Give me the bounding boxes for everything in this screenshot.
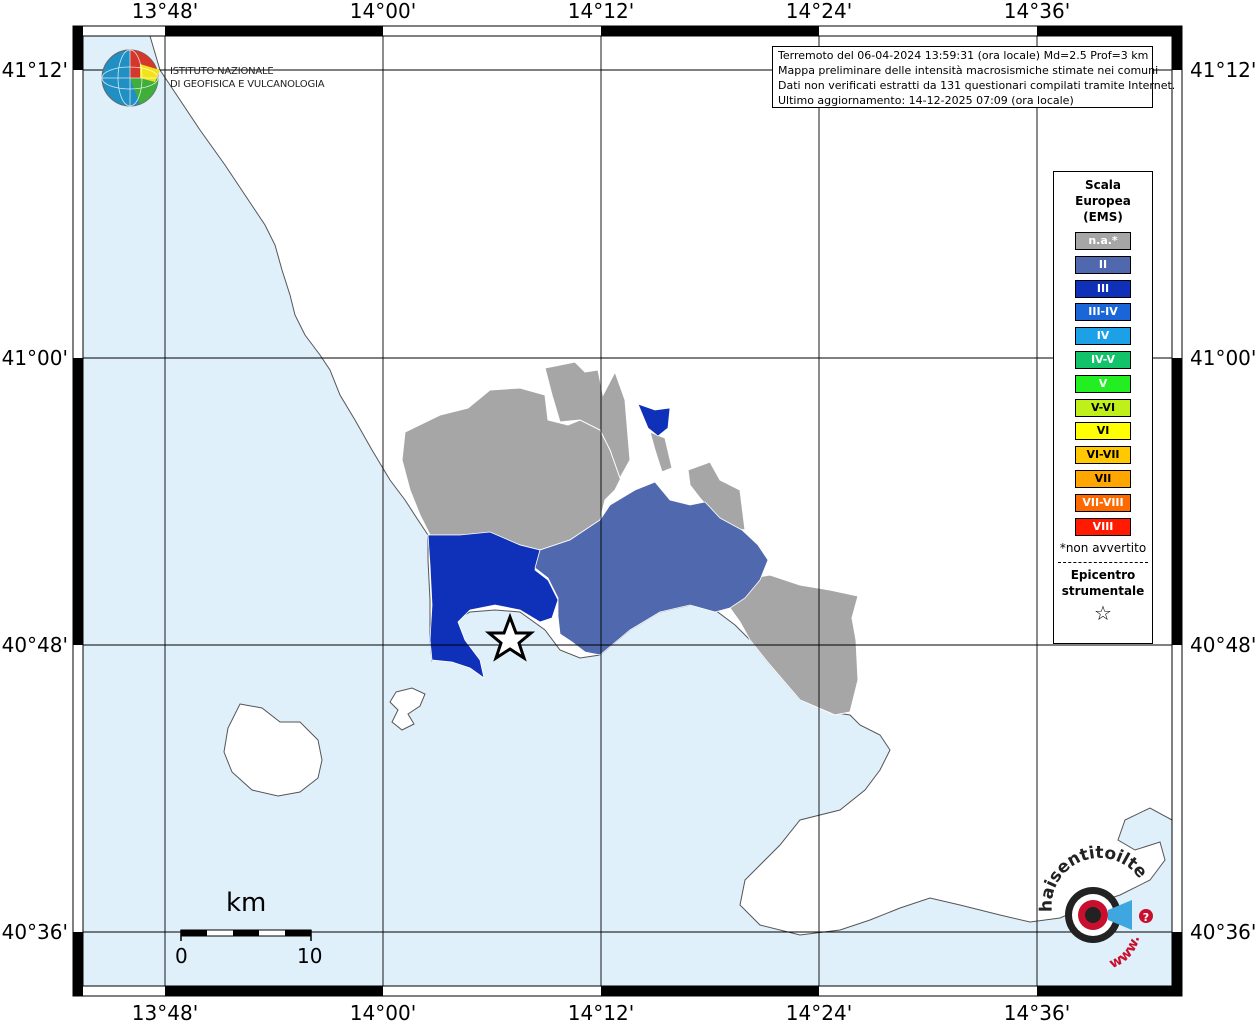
lat-label: 41°00' — [1190, 346, 1255, 370]
lon-label: 14°36' — [1004, 1001, 1070, 1024]
lon-label: 13°48' — [132, 0, 198, 23]
legend-swatch: VI — [1075, 422, 1131, 441]
legend-title-line: Europea — [1075, 194, 1131, 208]
logo-line-2: DI GEOFISICA E VULCANOLOGIA — [170, 79, 325, 90]
lat-label: 41°12' — [2, 58, 68, 82]
longitude-labels-top: 13°48' 14°00' 14°12' 14°24' 14°36' — [132, 0, 1070, 23]
lat-label: 40°36' — [2, 920, 68, 944]
lon-label: 14°24' — [786, 0, 852, 23]
lon-label: 14°00' — [350, 1001, 416, 1024]
legend-swatch: n.a.* — [1075, 232, 1131, 250]
latitude-labels-left: 41°12' 41°00' 40°48' 40°36' — [2, 58, 68, 944]
legend-epicentre-label: Epicentro strumentale — [1054, 567, 1152, 599]
legend-star-icon: ☆ — [1094, 601, 1112, 626]
legend-swatches: n.a.* II III III-IV IV IV-V V V-VI VI VI-VII VII VI… — [1054, 232, 1152, 536]
legend-swatch: V-VI — [1075, 398, 1131, 417]
legend-title-line: Scala — [1084, 178, 1122, 192]
latitude-labels-right: 41°12' 41°00' 40°48' 40°36' — [1190, 58, 1255, 944]
scale-bar-unit: km — [226, 888, 267, 918]
logo-line-1: ISTITUTO NAZIONALE — [170, 66, 274, 77]
event-info-line: Ultimo aggiornamento: 14-12-2025 07:09 (… — [778, 94, 1074, 107]
svg-text:?: ? — [1143, 911, 1149, 924]
lat-label: 40°48' — [1190, 633, 1255, 657]
legend-epicentre-line: strumentale — [1061, 584, 1145, 599]
lon-label: 13°48' — [132, 1001, 198, 1024]
lat-label: 40°48' — [2, 633, 68, 657]
event-info-line: Terremoto del 06-04-2024 13:59:31 (ora l… — [778, 49, 1149, 62]
legend-swatch: VII — [1075, 469, 1131, 488]
event-info-line: Mappa preliminare delle intensità macros… — [778, 64, 1159, 77]
legend-note: *non avvertito — [1059, 541, 1147, 556]
legend-epicentre-line: Epicentro — [1070, 568, 1136, 583]
lat-label: 41°00' — [2, 346, 68, 370]
intensity-legend: Scala Europea (EMS) n.a.* II III III-IV IV IV… — [1053, 171, 1153, 644]
lat-label: 41°12' — [1190, 58, 1255, 82]
legend-title: Scala Europea (EMS) — [1054, 177, 1152, 225]
legend-title-line: (EMS) — [1083, 210, 1123, 224]
lon-label: 14°24' — [786, 1001, 852, 1024]
lon-label: 14°12' — [568, 0, 634, 23]
legend-swatch: VIII — [1075, 517, 1131, 536]
longitude-labels-bottom: 13°48' 14°00' 14°12' 14°24' 14°36' — [132, 1001, 1070, 1024]
legend-swatch: IV-V — [1075, 350, 1131, 369]
lon-label: 14°12' — [568, 1001, 634, 1024]
lon-label: 14°36' — [1004, 0, 1070, 23]
legend-swatch: VII-VIII — [1075, 493, 1131, 512]
legend-swatch: IV — [1075, 327, 1131, 346]
legend-swatch: III-IV — [1075, 303, 1131, 322]
legend-swatch: V — [1075, 374, 1131, 393]
event-info-line: Dati non verificati estratti da 131 ques… — [778, 79, 1176, 92]
scale-bar-max: 10 — [297, 944, 323, 968]
event-info-box: Terremoto del 06-04-2024 13:59:31 (ora l… — [772, 46, 1176, 108]
legend-swatch: VI-VII — [1075, 446, 1131, 465]
lat-label: 40°36' — [1190, 920, 1255, 944]
legend-swatch: III — [1075, 279, 1131, 298]
legend-swatch: II — [1075, 255, 1131, 274]
lon-label: 14°00' — [350, 0, 416, 23]
scale-bar-min: 0 — [175, 944, 188, 968]
legend-divider — [1058, 562, 1148, 564]
ingv-logo: ISTITUTO NAZIONALE DI GEOFISICA E VULCAN… — [170, 65, 325, 91]
